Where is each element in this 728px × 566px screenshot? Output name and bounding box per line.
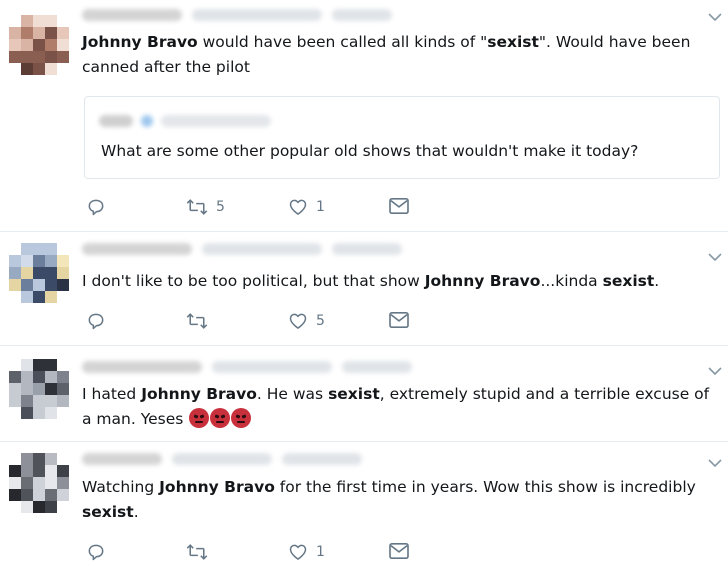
like-count: 1 xyxy=(316,544,325,560)
dm-button[interactable] xyxy=(388,311,410,329)
avatar[interactable] xyxy=(8,358,70,420)
chevron-down-icon[interactable] xyxy=(708,366,722,378)
heart-icon xyxy=(288,197,308,217)
envelope-icon xyxy=(388,197,410,215)
tweet-actions: 1 xyxy=(86,542,446,564)
tweet-actions: 51 xyxy=(86,197,446,219)
chevron-down-icon[interactable] xyxy=(708,252,722,264)
quoted-tweet[interactable]: What are some other popular old shows th… xyxy=(84,96,720,179)
dm-button[interactable] xyxy=(388,197,410,215)
heart-icon xyxy=(288,542,308,562)
retweet-icon xyxy=(186,542,208,562)
retweet-icon xyxy=(186,311,208,331)
tweet[interactable]: Johnny Bravo would have been called all … xyxy=(0,0,728,232)
retweet-icon xyxy=(186,197,208,217)
tweet-header-redacted xyxy=(82,452,362,466)
avatar[interactable] xyxy=(8,242,70,304)
reply-icon xyxy=(86,311,106,331)
angry-face-icon xyxy=(189,408,210,428)
avatar[interactable] xyxy=(8,14,70,76)
tweet-text: Johnny Bravo would have been called all … xyxy=(82,33,691,76)
tweet-text: I hated Johnny Bravo. He was sexist, ext… xyxy=(82,385,710,428)
tweet-header-redacted xyxy=(82,8,392,22)
tweet-text: I don't like to be too political, but th… xyxy=(82,272,660,290)
envelope-icon xyxy=(388,542,410,560)
like-button[interactable]: 5 xyxy=(288,311,325,331)
envelope-icon xyxy=(388,311,410,329)
quoted-tweet-text: What are some other popular old shows th… xyxy=(101,142,639,160)
reply-button[interactable] xyxy=(86,542,106,562)
quoted-tweet-header-redacted xyxy=(99,115,271,127)
like-count: 5 xyxy=(316,313,325,329)
avatar[interactable] xyxy=(8,452,70,514)
like-button[interactable]: 1 xyxy=(288,197,325,217)
reply-button[interactable] xyxy=(86,311,106,331)
angry-face-icon xyxy=(210,408,231,428)
heart-icon xyxy=(288,311,308,331)
tweet-header-redacted xyxy=(82,360,412,374)
dm-button[interactable] xyxy=(388,542,410,560)
chevron-down-icon[interactable] xyxy=(708,458,722,470)
tweet[interactable]: I hated Johnny Bravo. He was sexist, ext… xyxy=(0,346,728,441)
tweet[interactable]: I don't like to be too political, but th… xyxy=(0,232,728,346)
retweet-count: 5 xyxy=(216,199,225,215)
like-button[interactable]: 1 xyxy=(288,542,325,562)
tweet-actions: 5 xyxy=(86,311,446,333)
reply-icon xyxy=(86,542,106,562)
tweet-text: Watching Johnny Bravo for the first time… xyxy=(82,478,696,521)
chevron-down-icon[interactable] xyxy=(708,12,722,24)
retweet-button[interactable] xyxy=(186,311,208,331)
like-count: 1 xyxy=(316,199,325,215)
tweet-header-redacted xyxy=(82,242,402,256)
reply-button[interactable] xyxy=(86,197,106,217)
angry-face-icon xyxy=(231,408,252,428)
retweet-button[interactable] xyxy=(186,542,208,562)
tweet[interactable]: Watching Johnny Bravo for the first time… xyxy=(0,442,728,566)
reply-icon xyxy=(86,197,106,217)
retweet-button[interactable]: 5 xyxy=(186,197,225,217)
